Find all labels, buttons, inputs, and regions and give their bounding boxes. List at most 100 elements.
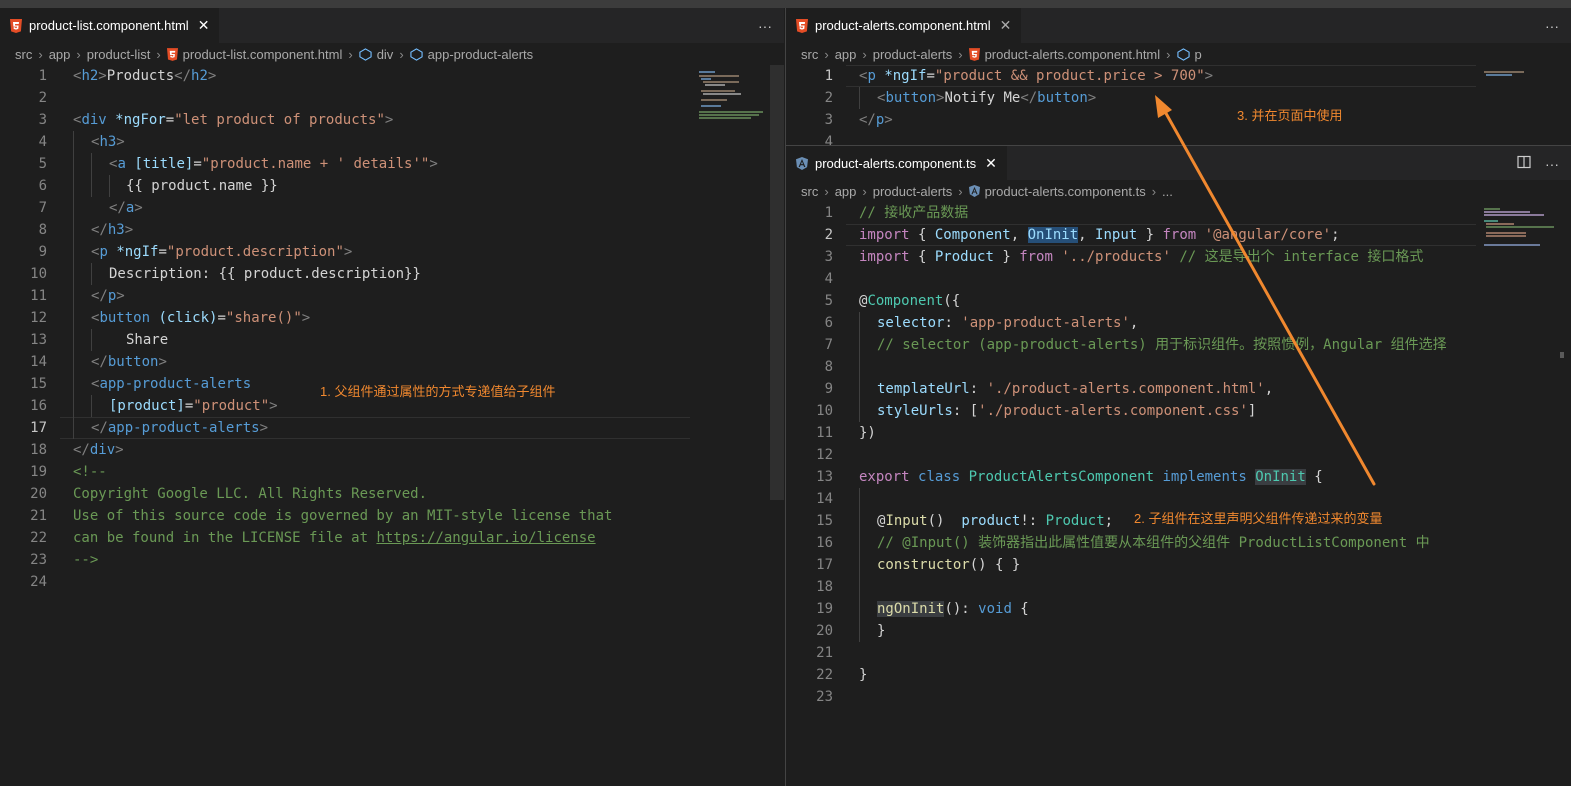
line-number: 1	[824, 68, 833, 84]
line-number: 19	[30, 464, 47, 480]
line-number: 4	[824, 134, 833, 145]
indent-guide	[859, 488, 860, 642]
line-number: 17	[30, 420, 47, 436]
indent-guide	[109, 175, 110, 197]
right-bottom-tab-actions: ···	[1517, 146, 1559, 181]
scrollbar-thumb[interactable]	[770, 65, 784, 500]
code-line: // selector (app-product-alerts) 用于标识组件。…	[877, 337, 1447, 353]
code-line: })	[859, 425, 876, 441]
line-number: 5	[824, 293, 833, 309]
line-number: 3	[824, 112, 833, 128]
tab-label: product-alerts.component.html	[815, 18, 991, 33]
code-line: can be found in the LICENSE file at http…	[73, 530, 596, 546]
more-actions-icon[interactable]: ···	[758, 18, 772, 34]
line-number: 15	[30, 376, 47, 392]
code-line: export class ProductAlertsComponent impl…	[859, 469, 1323, 485]
line-number: 2	[824, 227, 833, 243]
vertical-scrollbar[interactable]	[770, 65, 784, 786]
code-line: </p>	[91, 288, 125, 304]
more-actions-icon[interactable]: ···	[1545, 18, 1559, 34]
code-line: Share	[126, 332, 169, 348]
annotation-step-2: 2. 子组件在这里声明父组件传递过来的变量	[1134, 511, 1383, 526]
chevron-right-icon: ›	[862, 46, 867, 62]
indent-guide	[91, 329, 92, 351]
tab-product-alerts-ts[interactable]: product-alerts.component.ts ✕	[786, 146, 1007, 181]
indent-guide	[859, 87, 860, 109]
code-line: import { Product } from '../products' //…	[859, 249, 1424, 265]
angular-icon	[796, 157, 808, 170]
line-number: 23	[816, 689, 833, 705]
breadcrumb-product-alerts[interactable]: product-alerts	[873, 184, 952, 199]
breadcrumb-src[interactable]: src	[801, 184, 818, 199]
line-number: 18	[816, 579, 833, 595]
line-number: 3	[824, 249, 833, 265]
breadcrumb: src › app › product-alerts › product-ale…	[786, 180, 1571, 202]
code-line: {{ product.name }}	[126, 178, 278, 194]
element-icon	[359, 47, 372, 61]
code-line: </h3>	[91, 222, 134, 238]
chevron-right-icon: ›	[1151, 183, 1157, 199]
line-number: 8	[824, 359, 833, 375]
element-icon	[410, 47, 423, 61]
code-line: @Input() product!: Product;	[877, 513, 1114, 529]
breadcrumb-src[interactable]: src	[15, 47, 32, 62]
license-link[interactable]: https://angular.io/license	[376, 530, 595, 546]
minimap[interactable]	[1482, 71, 1542, 81]
right-bottom-code-editor[interactable]: 1 2 3 4 5 6 7 8 9 10 11 12 13 14 15 16 1…	[786, 202, 1571, 786]
code-line: templateUrl: './product-alerts.component…	[877, 381, 1274, 397]
indent-guide	[91, 263, 92, 285]
split-editor-icon[interactable]	[1517, 155, 1531, 172]
breadcrumb-app[interactable]: app	[835, 47, 857, 62]
breadcrumb-app[interactable]: app	[835, 184, 857, 199]
line-number: 15	[816, 513, 833, 529]
right-top-code-editor[interactable]: 1 2 3 4 <p *ngIf="product && product.pri…	[786, 65, 1571, 145]
breadcrumb-file[interactable]: product-alerts.component.html	[985, 47, 1161, 62]
tab-product-alerts-html[interactable]: product-alerts.component.html ✕	[786, 8, 1022, 43]
line-number: 3	[38, 112, 47, 128]
close-icon[interactable]: ✕	[985, 155, 997, 172]
code-line: </p>	[859, 112, 893, 128]
breadcrumb-p[interactable]: p	[1195, 47, 1202, 62]
html5-icon	[968, 47, 980, 61]
right-bottom-tab-bar: product-alerts.component.ts ✕ ···	[786, 145, 1571, 181]
left-code-editor[interactable]: 1 2 3 4 5 6 7 8 9 10 11 12 13 14 15 16 1…	[0, 65, 784, 786]
minimap[interactable]	[1482, 208, 1558, 253]
line-number: 22	[816, 667, 833, 683]
breadcrumb-app[interactable]: app	[49, 47, 71, 62]
title-bar-strip	[0, 0, 1571, 8]
line-number: 16	[30, 398, 47, 414]
chevron-right-icon: ›	[399, 46, 404, 62]
annotation-step-3: 3. 并在页面中使用	[1237, 108, 1343, 123]
code-line: // @Input() 装饰器指出此属性值要从本组件的父组件 ProductLi…	[877, 535, 1430, 551]
breadcrumb-div[interactable]: div	[377, 47, 394, 62]
code-line: // 接收产品数据	[859, 205, 969, 221]
breadcrumb: src › app › product-alerts › product-ale…	[786, 43, 1571, 65]
line-number: 1	[824, 205, 833, 221]
angular-icon	[968, 185, 980, 197]
vertical-scrollbar[interactable]	[1556, 202, 1570, 786]
line-number: 19	[816, 601, 833, 617]
right-top-tab-actions: ···	[1545, 8, 1559, 43]
close-icon[interactable]: ✕	[198, 17, 210, 34]
breadcrumb-src[interactable]: src	[801, 47, 818, 62]
code-line: <button>Notify Me</button>	[877, 90, 1097, 106]
breadcrumb-ellipsis[interactable]: ...	[1162, 184, 1173, 199]
breadcrumb-file[interactable]: product-alerts.component.ts	[985, 184, 1146, 199]
breadcrumb-app-product-alerts[interactable]: app-product-alerts	[428, 47, 534, 62]
tab-product-list-html[interactable]: product-list.component.html ✕	[0, 8, 220, 43]
code-line: <app-product-alerts	[91, 376, 252, 392]
code-line: <h3>	[91, 134, 125, 150]
breadcrumb-product-alerts[interactable]: product-alerts	[873, 47, 952, 62]
line-number: 4	[38, 134, 47, 150]
chevron-right-icon: ›	[824, 183, 829, 199]
more-actions-icon[interactable]: ···	[1545, 156, 1559, 172]
indent-guide	[91, 153, 92, 197]
code-line: Use of this source code is governed by a…	[73, 508, 613, 524]
minimap[interactable]	[697, 71, 769, 131]
breadcrumb-file[interactable]: product-list.component.html	[183, 47, 343, 62]
tab-label: product-list.component.html	[29, 18, 189, 33]
breadcrumb-product-list[interactable]: product-list	[87, 47, 151, 62]
indent-guide	[859, 312, 860, 422]
right-editor-group: product-alerts.component.html ✕ ··· src …	[785, 8, 1571, 786]
close-icon[interactable]: ✕	[1000, 17, 1012, 34]
